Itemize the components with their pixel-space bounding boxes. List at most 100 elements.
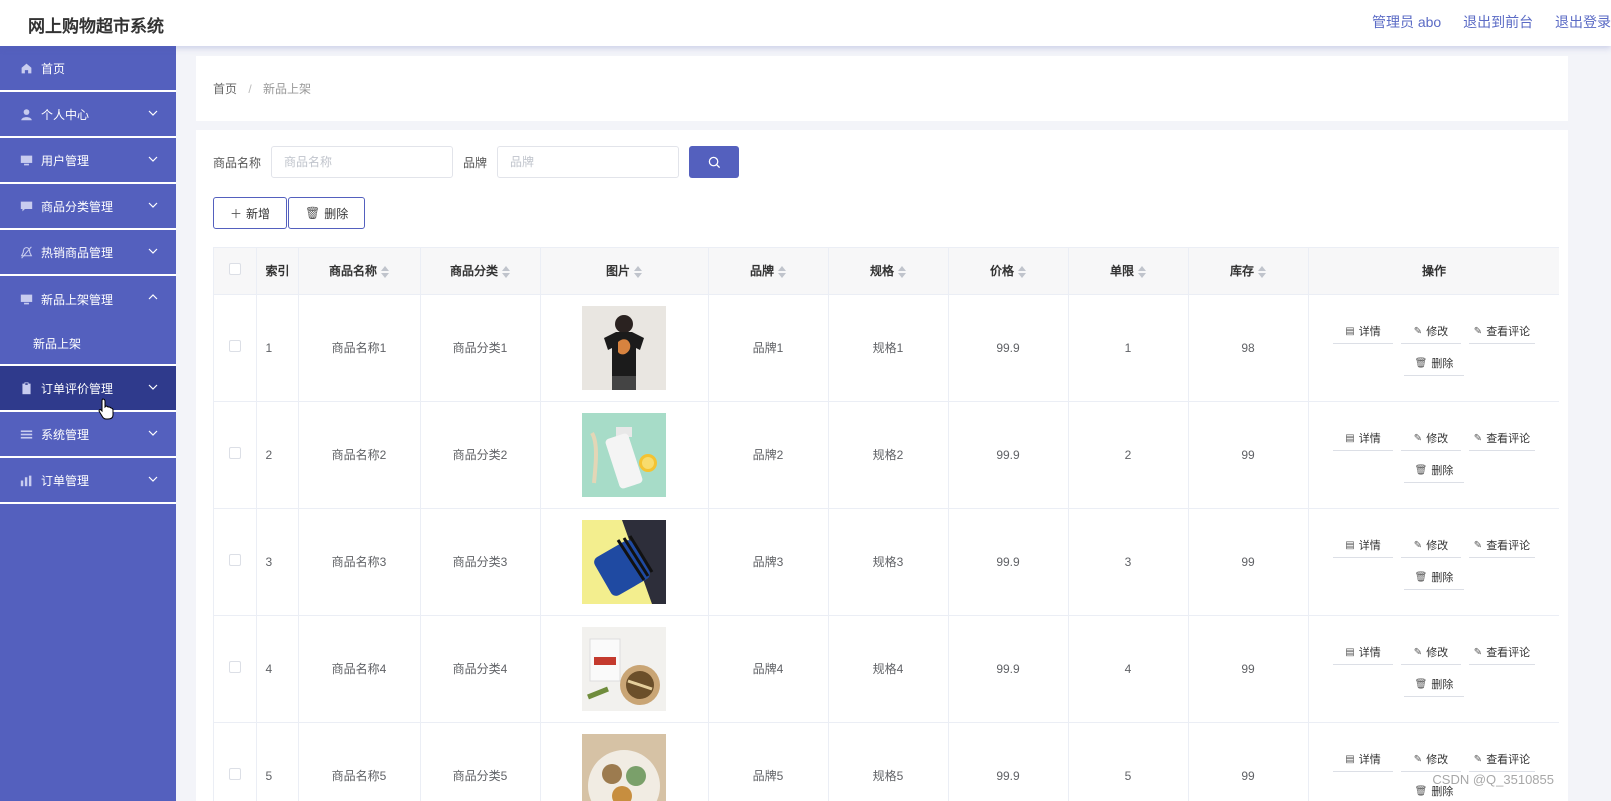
edit-button[interactable]: ✎ 修改 — [1401, 534, 1461, 558]
select-all-checkbox[interactable] — [228, 263, 241, 276]
pencil-icon: ✎ — [1413, 539, 1423, 551]
sidebar-item-category[interactable]: 商品分类管理 — [0, 184, 176, 230]
select-all-checkbox-cell[interactable] — [214, 248, 257, 295]
detail-button[interactable]: ▤ 详情 — [1333, 427, 1393, 451]
sidebar-item-system[interactable]: 系统管理 — [0, 412, 176, 458]
sidebar-item-home[interactable]: 首页 — [0, 46, 176, 92]
breadcrumb-home[interactable]: 首页 — [213, 82, 237, 96]
cell-image — [540, 615, 709, 723]
sort-icon[interactable] — [898, 266, 906, 279]
detail-button[interactable]: ▤ 详情 — [1333, 748, 1393, 772]
row-checkbox[interactable] — [228, 554, 241, 566]
cell-brand: 品牌4 — [708, 615, 829, 723]
row-checkbox-cell[interactable] — [214, 294, 257, 402]
sidebar-item-new-products[interactable]: 新品上架管理 — [0, 276, 176, 322]
cell-category: 商品分类4 — [420, 615, 541, 723]
column-header-brand[interactable]: 品牌 — [708, 248, 829, 295]
cell-actions: ▤ 详情 ✎ 修改 ✎ 查看评论 🗑 删除 — [1308, 508, 1559, 616]
edit-button[interactable]: ✎ 修改 — [1401, 641, 1461, 665]
review-label: 查看评论 — [1486, 326, 1531, 338]
sidebar-item-label: 订单评价管理 — [41, 381, 114, 396]
sidebar-item-users[interactable]: 用户管理 — [0, 138, 176, 184]
product-table: 索引 商品名称 商品分类 图片 品牌 规格 价格 单限 库存 操作 1 商品名称… — [213, 247, 1559, 801]
back-to-front-link[interactable]: 退出到前台 — [1463, 14, 1533, 30]
breadcrumb-current: 新品上架 — [263, 82, 312, 96]
plus-icon: ＋ — [230, 206, 243, 221]
row-delete-button[interactable]: 🗑 删除 — [1404, 352, 1464, 376]
column-header-category[interactable]: 商品分类 — [420, 248, 541, 295]
detail-button[interactable]: ▤ 详情 — [1333, 534, 1393, 558]
cell-stock: 99 — [1188, 615, 1309, 723]
row-checkbox[interactable] — [228, 340, 241, 352]
column-header-image[interactable]: 图片 — [540, 248, 709, 295]
sidebar-item-personal[interactable]: 个人中心 — [0, 92, 176, 138]
row-delete-button[interactable]: 🗑 删除 — [1404, 459, 1464, 483]
column-header-limit[interactable]: 单限 — [1068, 248, 1189, 295]
chat-icon — [20, 200, 33, 213]
cell-price: 99.9 — [948, 294, 1069, 402]
cell-index: 2 — [256, 401, 299, 509]
product-name-label: 商品名称 — [213, 155, 262, 170]
cell-name: 商品名称2 — [298, 401, 421, 509]
row-checkbox-cell[interactable] — [214, 508, 257, 616]
cell-index: 5 — [256, 722, 299, 801]
sort-icon[interactable] — [1258, 266, 1266, 279]
sort-icon[interactable] — [634, 266, 642, 279]
sort-icon[interactable] — [1018, 266, 1026, 279]
add-button[interactable]: ＋ 新增 — [213, 197, 288, 229]
sort-icon[interactable] — [502, 266, 510, 279]
search-button[interactable] — [689, 146, 740, 178]
sidebar-item-orders[interactable]: 订单管理 — [0, 458, 176, 504]
product-name-input[interactable] — [271, 146, 454, 178]
trash-icon: 🗑 — [305, 206, 321, 220]
row-checkbox-cell[interactable] — [214, 615, 257, 723]
sidebar-item-order-review[interactable]: 订单评价管理 — [0, 366, 176, 412]
column-header-name[interactable]: 商品名称 — [298, 248, 421, 295]
sort-icon[interactable] — [381, 266, 389, 279]
sidebar-item-label: 热销商品管理 — [41, 245, 114, 260]
brand-input[interactable] — [497, 146, 680, 178]
trash-icon: 🗑 — [1414, 571, 1428, 583]
edit-button[interactable]: ✎ 修改 — [1401, 427, 1461, 451]
column-header-label: 品牌 — [749, 264, 774, 279]
cell-price: 99.9 — [948, 615, 1069, 723]
document-icon: ▤ — [1345, 432, 1355, 444]
row-checkbox-cell[interactable] — [214, 401, 257, 509]
edit-button[interactable]: ✎ 修改 — [1401, 320, 1461, 344]
row-checkbox[interactable] — [228, 447, 241, 459]
detail-button[interactable]: ▤ 详情 — [1333, 320, 1393, 344]
chevron-down-icon — [148, 202, 158, 208]
view-reviews-button[interactable]: ✎ 查看评论 — [1469, 641, 1535, 665]
column-header-price[interactable]: 价格 — [948, 248, 1069, 295]
detail-button[interactable]: ▤ 详情 — [1333, 641, 1393, 665]
row-delete-button[interactable]: 🗑 删除 — [1404, 566, 1464, 590]
cell-spec: 规格2 — [828, 401, 949, 509]
row-delete-button[interactable]: 🗑 删除 — [1404, 673, 1464, 697]
batch-delete-button[interactable]: 🗑 删除 — [288, 197, 366, 229]
pencil-icon: ✎ — [1413, 646, 1423, 658]
cell-stock: 99 — [1188, 508, 1309, 616]
table-row: 4 商品名称4 商品分类4 品牌4 规格4 99.9 4 99 ▤ 详情 ✎ 修改 … — [214, 615, 1559, 723]
clipboard-icon — [20, 381, 33, 395]
cell-actions: ▤ 详情 ✎ 修改 ✎ 查看评论 🗑 删除 — [1308, 294, 1559, 402]
cell-spec: 规格1 — [828, 294, 949, 402]
sidebar-subitem-new-products[interactable]: 新品上架 — [0, 322, 176, 366]
pencil-icon: ✎ — [1473, 646, 1483, 658]
row-checkbox-cell[interactable] — [214, 722, 257, 801]
column-header-spec[interactable]: 规格 — [828, 248, 949, 295]
row-checkbox[interactable] — [228, 768, 241, 780]
view-reviews-button[interactable]: ✎ 查看评论 — [1469, 534, 1535, 558]
sidebar-item-hot[interactable]: 热销商品管理 — [0, 230, 176, 276]
row-checkbox[interactable] — [228, 661, 241, 673]
sort-icon[interactable] — [778, 266, 786, 279]
view-reviews-button[interactable]: ✎ 查看评论 — [1469, 748, 1535, 772]
view-reviews-button[interactable]: ✎ 查看评论 — [1469, 320, 1535, 344]
edit-button[interactable]: ✎ 修改 — [1401, 748, 1461, 772]
column-header-label: 单限 — [1109, 264, 1134, 279]
review-label: 查看评论 — [1486, 433, 1531, 445]
sort-icon[interactable] — [1138, 266, 1146, 279]
column-header-stock[interactable]: 库存 — [1188, 248, 1309, 295]
logout-link[interactable]: 退出登录 — [1555, 14, 1611, 30]
view-reviews-button[interactable]: ✎ 查看评论 — [1469, 427, 1535, 451]
edit-label: 修改 — [1426, 647, 1449, 659]
